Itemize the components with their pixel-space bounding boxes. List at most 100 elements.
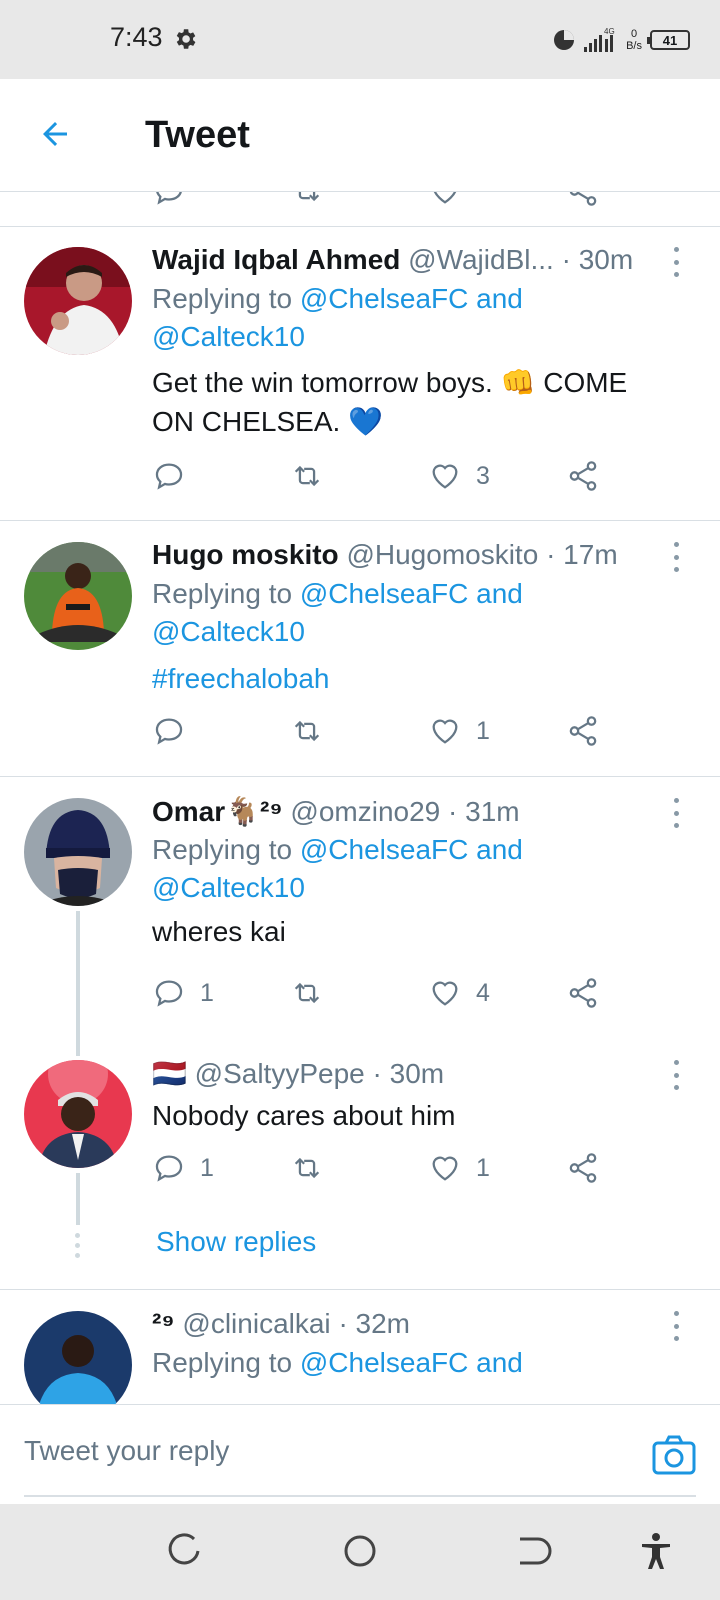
- mention-link[interactable]: @ChelseaFC and: [300, 283, 523, 314]
- like-button[interactable]: 4: [428, 973, 490, 1013]
- avatar[interactable]: [24, 1060, 132, 1168]
- tweet-actions: 1 4: [152, 973, 632, 1013]
- reply-feed[interactable]: Wajid Iqbal Ahmed @WajidBl... · 30m Repl…: [0, 192, 720, 1404]
- home-icon[interactable]: [340, 1531, 380, 1571]
- thread-line: [76, 911, 80, 1056]
- tweet-text: Get the win tomorrow boys. 👊 COME ON CHE…: [152, 367, 628, 437]
- avatar[interactable]: [24, 1311, 132, 1404]
- tweet-header: Wajid Iqbal Ahmed @WajidBl... · 30m: [152, 244, 633, 276]
- tweet-text: Nobody cares about him: [152, 1100, 456, 1131]
- app-header: Tweet: [0, 79, 720, 192]
- retweet-button[interactable]: [290, 973, 324, 1013]
- reply-button[interactable]: 1: [152, 1148, 214, 1188]
- camera-icon[interactable]: [652, 1435, 696, 1475]
- more-options-button[interactable]: [666, 1060, 686, 1090]
- mention-link[interactable]: @Calteck10: [152, 616, 305, 647]
- share-button[interactable]: [566, 711, 600, 751]
- show-replies-link[interactable]: Show replies: [156, 1226, 316, 1258]
- heart-icon: [432, 981, 458, 1006]
- avatar-image: [24, 798, 132, 906]
- tweet-text: #freechalobah: [152, 659, 672, 698]
- share-button[interactable]: [566, 973, 600, 1013]
- display-name[interactable]: Hugo moskito: [152, 539, 339, 570]
- like-button[interactable]: 1: [428, 711, 490, 751]
- more-options-button[interactable]: [666, 542, 686, 572]
- user-handle[interactable]: @WajidBl...: [408, 244, 554, 275]
- tweet-text: wheres kai: [152, 916, 286, 947]
- reply-button[interactable]: [152, 456, 200, 496]
- previous-tweet-actions: [0, 192, 720, 227]
- back-nav-icon[interactable]: [512, 1531, 552, 1571]
- heart-icon[interactable]: [428, 192, 462, 208]
- avatar[interactable]: [24, 798, 132, 906]
- avatar-image: [24, 1060, 132, 1168]
- recent-apps-icon[interactable]: [164, 1531, 204, 1571]
- user-handle[interactable]: @omzino29: [290, 796, 440, 827]
- reply-icon: [155, 463, 183, 490]
- timestamp: · 30m: [372, 1058, 445, 1089]
- replying-to: Replying to @ChelseaFC and: [152, 1347, 523, 1378]
- tweet-header: Omar🐐²⁹ @omzino29 · 31m: [152, 795, 520, 828]
- replying-to: Replying to @ChelseaFC and @Calteck10: [152, 283, 523, 352]
- tweet-item[interactable]: Wajid Iqbal Ahmed @WajidBl... · 30m Repl…: [0, 227, 720, 521]
- mention-link[interactable]: @Calteck10: [152, 321, 305, 352]
- tweet-actions: 1 1: [152, 1148, 632, 1188]
- tweet-thread: Omar🐐²⁹ @omzino29 · 31m Replying to @Che…: [0, 778, 720, 1290]
- share-icon: [569, 716, 597, 746]
- retweet-button[interactable]: [290, 711, 324, 751]
- share-button[interactable]: [566, 1148, 600, 1188]
- display-name[interactable]: 🇳🇱: [152, 1058, 187, 1089]
- share-button[interactable]: [566, 456, 600, 496]
- reply-icon: [155, 718, 183, 745]
- user-handle[interactable]: @SaltyyPepe: [195, 1058, 365, 1089]
- heart-icon: [432, 1156, 458, 1181]
- status-bar: 7:43 4G 0 B/s 41: [0, 0, 720, 79]
- tweet-item[interactable]: ²⁹ @clinicalkai · 32m Replying to @Chels…: [0, 1291, 720, 1404]
- avatar-image: [24, 247, 132, 355]
- replying-to: Replying to @ChelseaFC and @Calteck10: [152, 834, 523, 903]
- reply-count: 1: [200, 1153, 214, 1182]
- more-options-button[interactable]: [666, 247, 686, 277]
- avatar[interactable]: [24, 247, 132, 355]
- signal-icon: 4G: [584, 27, 615, 52]
- display-name[interactable]: ²⁹: [152, 1308, 175, 1339]
- hashtag-link[interactable]: #freechalobah: [152, 663, 329, 694]
- more-options-button[interactable]: [666, 798, 686, 828]
- retweet-button[interactable]: [290, 1148, 324, 1188]
- like-button[interactable]: 3: [428, 456, 490, 496]
- more-options-button[interactable]: [666, 1311, 686, 1341]
- like-button[interactable]: 1: [428, 1148, 490, 1188]
- display-name[interactable]: Wajid Iqbal Ahmed: [152, 244, 400, 275]
- reply-composer: Tweet your reply: [0, 1404, 720, 1504]
- reply-button[interactable]: 1: [152, 973, 214, 1013]
- mention-link[interactable]: @ChelseaFC and: [300, 834, 523, 865]
- reply-button[interactable]: [152, 711, 200, 751]
- user-handle[interactable]: @Hugomoskito: [346, 539, 538, 570]
- avatar[interactable]: [24, 542, 132, 650]
- mention-link[interactable]: @ChelseaFC and: [300, 1347, 523, 1378]
- mention-link[interactable]: @Calteck10: [152, 872, 305, 903]
- retweet-button[interactable]: [290, 456, 324, 496]
- reply-input[interactable]: Tweet your reply: [24, 1435, 229, 1467]
- like-count: 3: [476, 461, 490, 490]
- timestamp: · 30m: [561, 244, 634, 275]
- back-button[interactable]: [30, 109, 80, 159]
- retweet-icon: [294, 1157, 320, 1179]
- share-icon[interactable]: [566, 192, 600, 208]
- heart-icon: [432, 719, 458, 744]
- battery-icon: 41: [647, 30, 690, 50]
- tweet-header: ²⁹ @clinicalkai · 32m: [152, 1308, 410, 1340]
- avatar-image: [24, 1311, 132, 1404]
- user-handle[interactable]: @clinicalkai: [182, 1308, 330, 1339]
- timestamp: · 31m: [448, 796, 520, 827]
- mention-link[interactable]: @ChelseaFC and: [300, 578, 523, 609]
- retweet-icon[interactable]: [290, 192, 324, 208]
- tweet-actions: 1: [152, 711, 632, 751]
- retweet-icon: [294, 720, 320, 742]
- accessibility-icon[interactable]: [636, 1531, 676, 1571]
- display-name[interactable]: Omar🐐²⁹: [152, 796, 283, 827]
- tweet-item[interactable]: Hugo moskito @Hugomoskito · 17m Replying…: [0, 522, 720, 777]
- like-count: 4: [476, 978, 490, 1007]
- reply-icon[interactable]: [152, 192, 186, 208]
- share-icon: [569, 1153, 597, 1183]
